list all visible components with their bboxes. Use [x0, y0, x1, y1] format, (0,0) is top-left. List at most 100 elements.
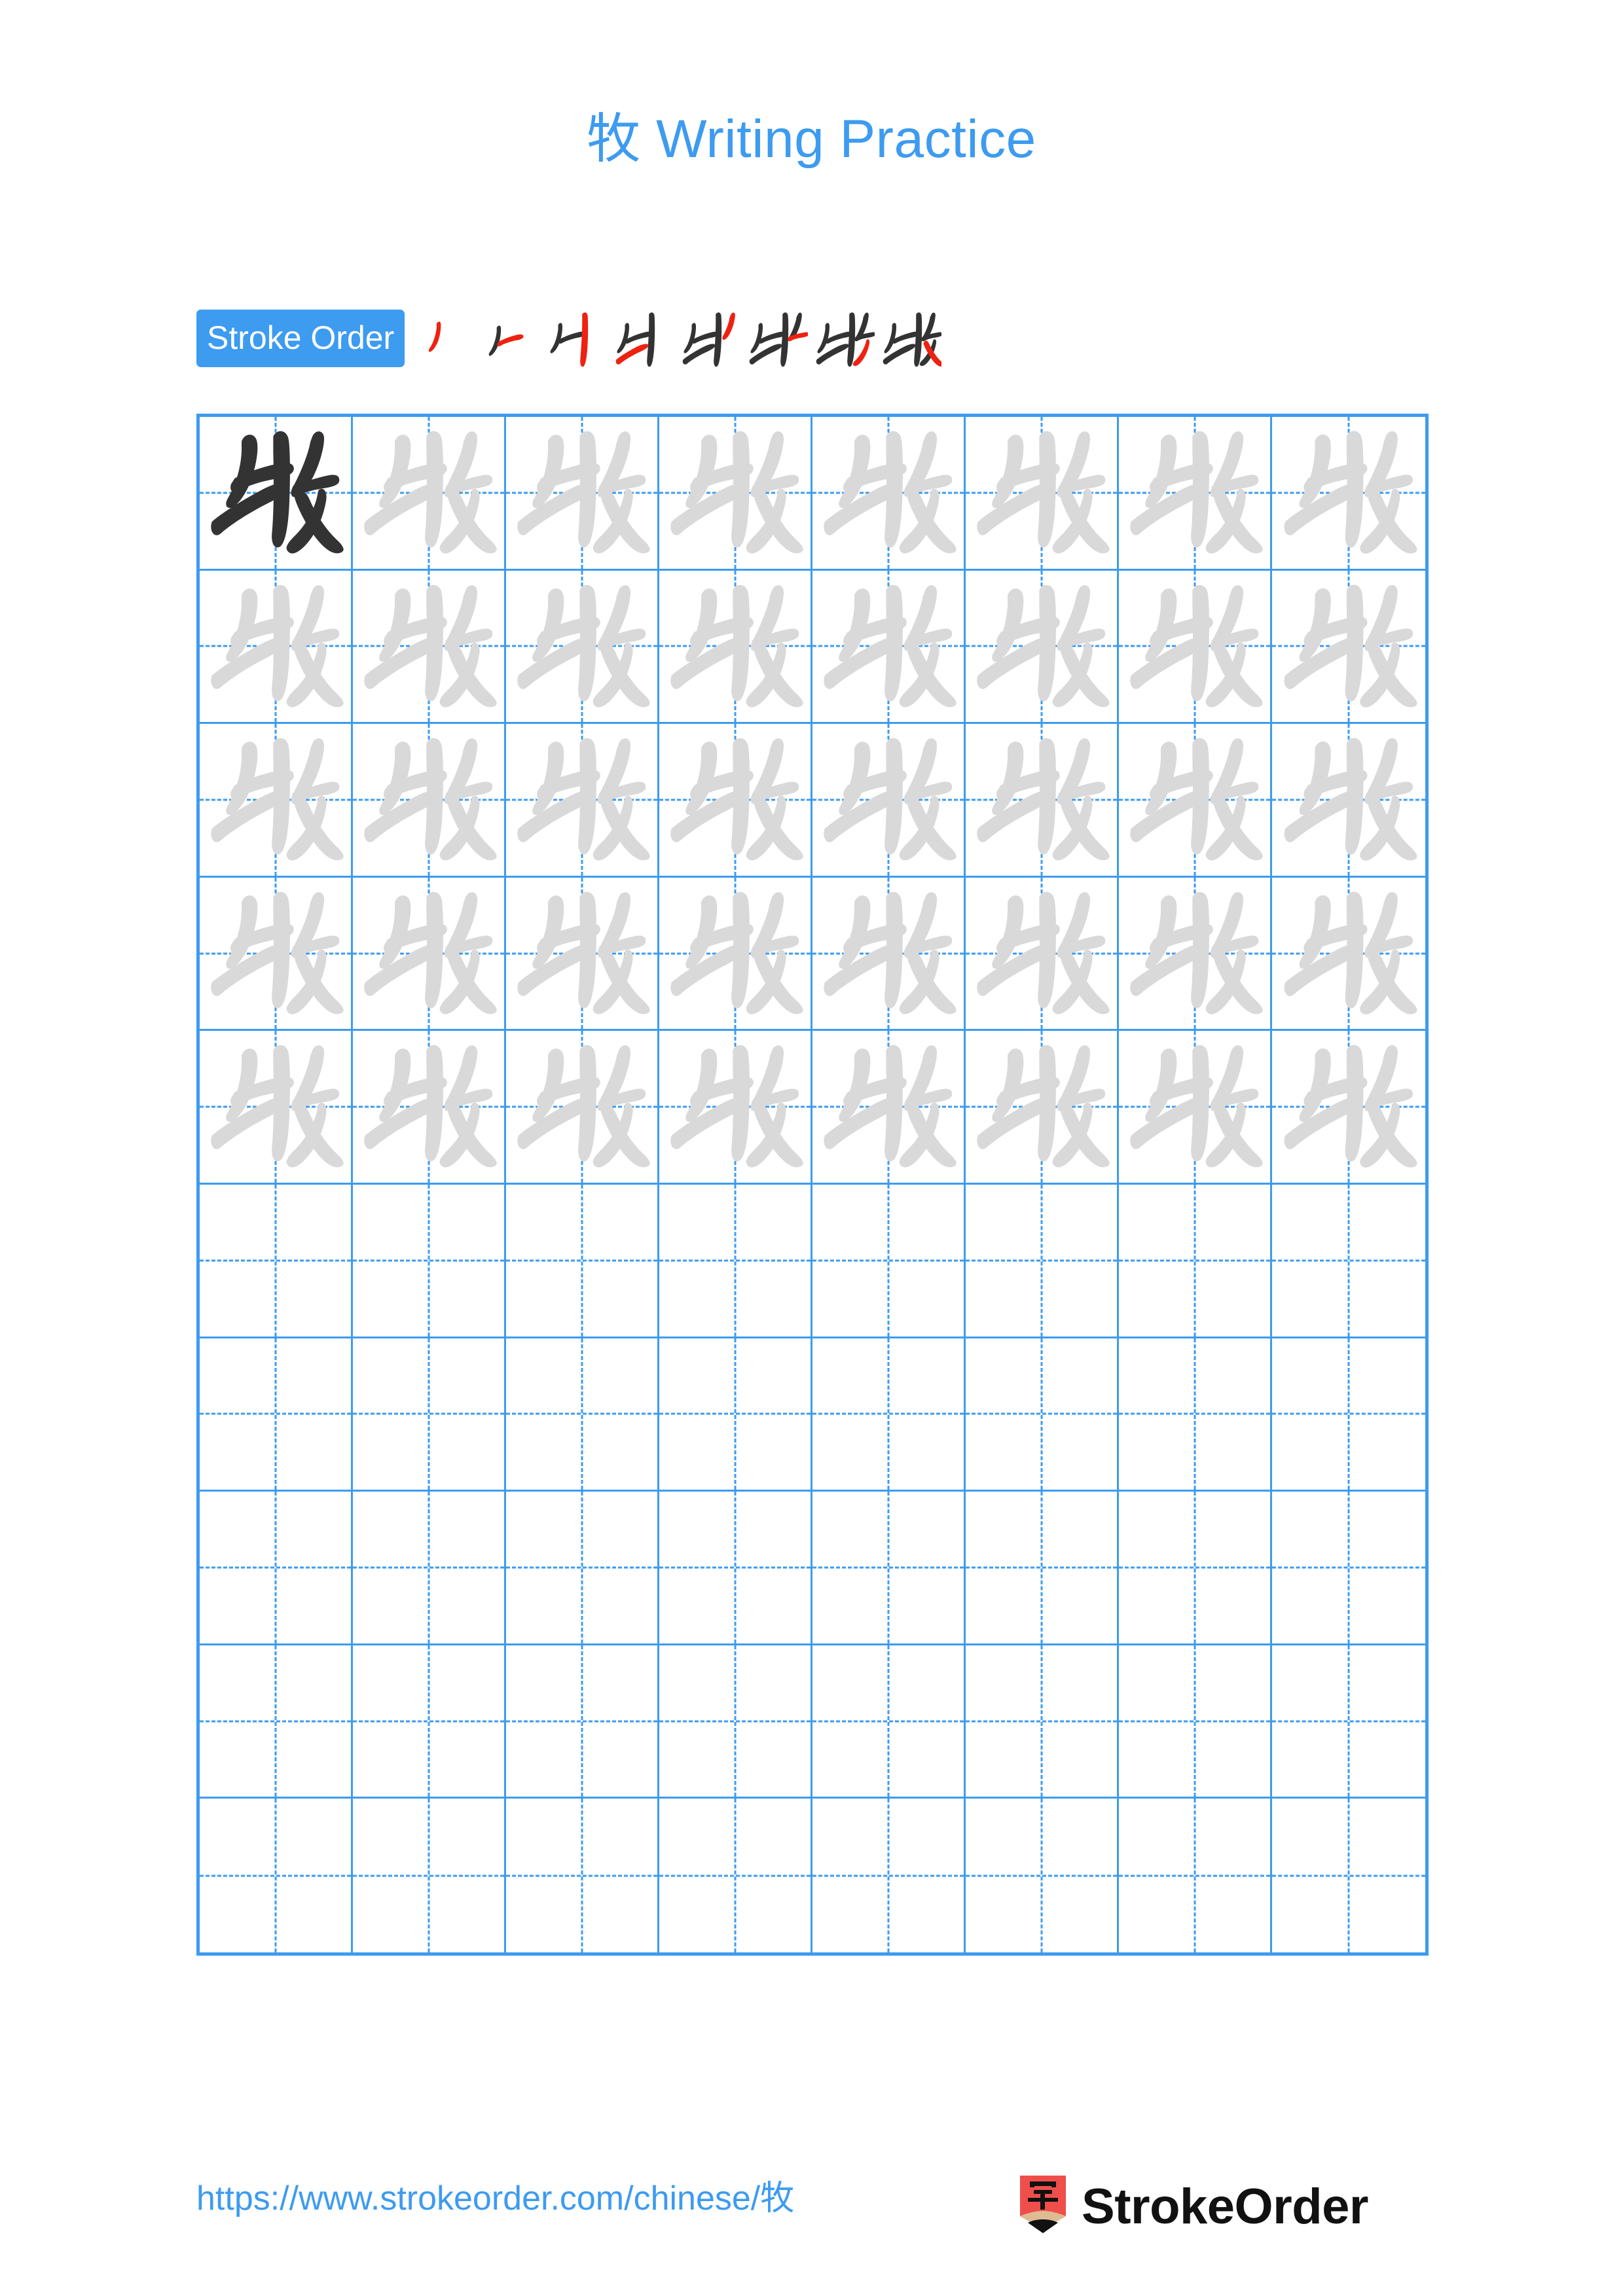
practice-cell-r8c4[interactable]: [659, 1492, 812, 1645]
practice-cell-r2c3[interactable]: [506, 570, 659, 725]
practice-cell-r7c4[interactable]: [659, 1338, 812, 1492]
practice-cell-r1c2[interactable]: [353, 417, 506, 571]
practice-cell-r4c2[interactable]: [353, 877, 506, 1031]
practice-cell-r6c6[interactable]: [966, 1185, 1119, 1338]
trace-character: [1272, 417, 1425, 569]
trace-character: [659, 417, 811, 569]
practice-cell-r8c8[interactable]: [1272, 1492, 1425, 1645]
practice-cell-r2c5[interactable]: [812, 570, 966, 725]
brand-name: StrokeOrder: [1082, 2179, 1369, 2234]
practice-cell-r4c4[interactable]: [659, 877, 812, 1031]
trace-character: [1119, 571, 1270, 723]
practice-cell-r8c5[interactable]: [812, 1492, 966, 1645]
trace-character: [353, 571, 504, 723]
practice-cell-r10c6[interactable]: [966, 1799, 1119, 1952]
practice-cell-r6c1[interactable]: [200, 1185, 353, 1338]
practice-cell-r1c8[interactable]: [1272, 417, 1425, 571]
practice-cell-r3c7[interactable]: [1119, 724, 1272, 878]
practice-cell-r2c1[interactable]: [200, 570, 353, 725]
practice-cell-r3c6[interactable]: [966, 724, 1119, 878]
practice-cell-r8c2[interactable]: [353, 1492, 506, 1645]
practice-cell-r4c3[interactable]: [506, 877, 659, 1031]
stroke-order-badge: Stroke Order: [196, 310, 405, 367]
practice-cell-r5c7[interactable]: [1119, 1031, 1272, 1185]
stroke-step-3: [541, 302, 608, 374]
practice-cell-r5c8[interactable]: [1272, 1031, 1425, 1185]
trace-character: [812, 417, 964, 569]
practice-cell-r10c2[interactable]: [353, 1799, 506, 1952]
practice-cell-r2c6[interactable]: [966, 570, 1119, 725]
practice-cell-r1c3[interactable]: [506, 417, 659, 571]
practice-cell-r7c7[interactable]: [1119, 1338, 1272, 1492]
practice-cell-r1c6[interactable]: [966, 417, 1119, 571]
practice-cell-r5c4[interactable]: [659, 1031, 812, 1185]
practice-cell-r1c1[interactable]: [200, 417, 353, 571]
practice-cell-r2c2[interactable]: [353, 570, 506, 725]
practice-cell-r3c1[interactable]: [200, 724, 353, 878]
practice-cell-r1c5[interactable]: [812, 417, 966, 571]
practice-cell-r4c8[interactable]: [1272, 878, 1425, 1031]
practice-cell-r6c8[interactable]: [1272, 1185, 1425, 1338]
practice-cell-r5c2[interactable]: [353, 1031, 506, 1185]
practice-cell-r3c2[interactable]: [353, 724, 506, 878]
trace-character: [200, 878, 351, 1030]
practice-cell-r2c7[interactable]: [1119, 570, 1272, 725]
practice-cell-r9c5[interactable]: [812, 1645, 966, 1799]
practice-cell-r7c8[interactable]: [1272, 1338, 1425, 1492]
practice-cell-r5c5[interactable]: [812, 1031, 966, 1185]
practice-cell-r9c6[interactable]: [966, 1645, 1119, 1799]
practice-cell-r10c5[interactable]: [812, 1799, 966, 1952]
trace-character: [353, 1031, 504, 1183]
practice-cell-r3c8[interactable]: [1272, 724, 1425, 878]
source-url-link[interactable]: https://www.strokeorder.com/chinese/牧: [196, 2178, 794, 2219]
practice-cell-r7c5[interactable]: [812, 1338, 966, 1492]
practice-cell-r10c7[interactable]: [1119, 1799, 1272, 1952]
brand-logo[interactable]: StrokeOrder: [1019, 2168, 1369, 2246]
trace-character: [659, 878, 811, 1030]
trace-character: [659, 1031, 811, 1183]
trace-character: [1272, 571, 1425, 723]
practice-cell-r7c2[interactable]: [353, 1338, 506, 1492]
practice-cell-r9c1[interactable]: [200, 1645, 353, 1799]
practice-cell-r6c5[interactable]: [812, 1185, 966, 1338]
practice-cell-r5c6[interactable]: [966, 1031, 1119, 1185]
trace-character: [966, 878, 1117, 1030]
practice-cell-r2c8[interactable]: [1272, 571, 1425, 725]
practice-cell-r8c1[interactable]: [200, 1492, 353, 1645]
practice-cell-r9c8[interactable]: [1272, 1645, 1425, 1799]
practice-cell-r6c3[interactable]: [506, 1185, 659, 1338]
practice-cell-r4c5[interactable]: [812, 877, 966, 1031]
practice-cell-r1c7[interactable]: [1119, 417, 1272, 571]
practice-cell-r8c3[interactable]: [506, 1492, 659, 1645]
practice-cell-r3c5[interactable]: [812, 724, 966, 878]
practice-cell-r9c4[interactable]: [659, 1645, 812, 1799]
practice-cell-r10c3[interactable]: [506, 1799, 659, 1952]
practice-cell-r5c3[interactable]: [506, 1031, 659, 1185]
practice-cell-r9c2[interactable]: [353, 1645, 506, 1799]
practice-cell-r1c4[interactable]: [659, 417, 812, 571]
trace-character: [200, 1031, 351, 1183]
practice-cell-r8c7[interactable]: [1119, 1492, 1272, 1645]
practice-cell-r6c7[interactable]: [1119, 1185, 1272, 1338]
practice-cell-r5c1[interactable]: [200, 1031, 353, 1185]
practice-cell-r9c3[interactable]: [506, 1645, 659, 1799]
trace-character: [966, 417, 1117, 569]
practice-cell-r4c6[interactable]: [966, 877, 1119, 1031]
practice-cell-r4c1[interactable]: [200, 877, 353, 1031]
practice-cell-r7c6[interactable]: [966, 1338, 1119, 1492]
practice-cell-r9c7[interactable]: [1119, 1645, 1272, 1799]
practice-cell-r2c4[interactable]: [659, 570, 812, 725]
practice-cell-r3c3[interactable]: [506, 724, 659, 878]
practice-cell-r7c1[interactable]: [200, 1338, 353, 1492]
trace-character: [1272, 878, 1425, 1030]
practice-cell-r7c3[interactable]: [506, 1338, 659, 1492]
practice-cell-r3c4[interactable]: [659, 724, 812, 878]
practice-cell-r10c1[interactable]: [200, 1799, 353, 1952]
practice-cell-r6c2[interactable]: [353, 1185, 506, 1338]
trace-character: [659, 571, 811, 723]
practice-cell-r4c7[interactable]: [1119, 877, 1272, 1031]
practice-cell-r8c6[interactable]: [966, 1492, 1119, 1645]
practice-cell-r6c4[interactable]: [659, 1185, 812, 1338]
practice-cell-r10c8[interactable]: [1272, 1799, 1425, 1952]
practice-cell-r10c4[interactable]: [659, 1799, 812, 1952]
